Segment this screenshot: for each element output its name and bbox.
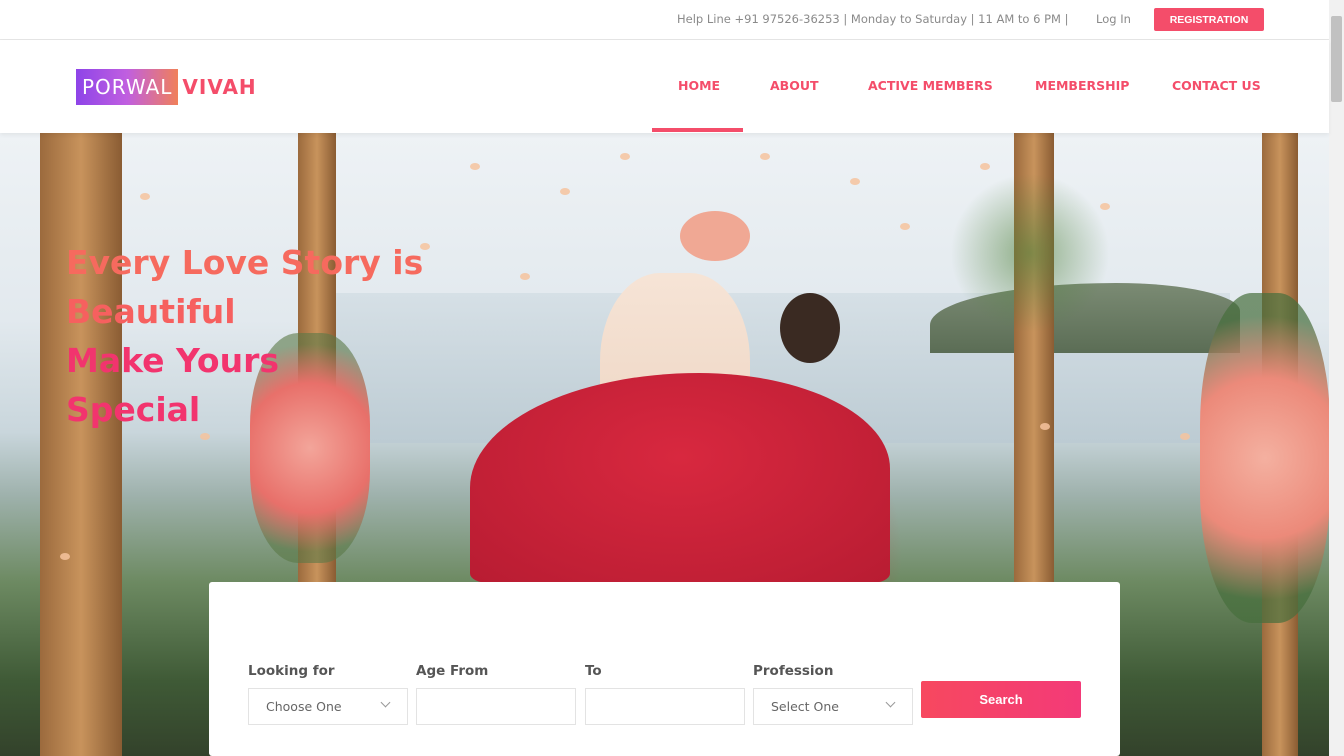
looking-for-select[interactable]: Choose One bbox=[248, 688, 408, 725]
profession-value: Select One bbox=[771, 699, 839, 714]
top-utility-bar: Help Line +91 97526-36253 | Monday to Sa… bbox=[0, 0, 1329, 40]
age-from-input[interactable] bbox=[416, 688, 576, 725]
nav-membership[interactable]: MEMBERSHIP bbox=[1035, 78, 1129, 93]
helpline-text: Help Line +91 97526-36253 | Monday to Sa… bbox=[677, 12, 1069, 26]
nav-active-members[interactable]: ACTIVE MEMBERS bbox=[868, 78, 993, 93]
nav-contact-us[interactable]: CONTACT US bbox=[1172, 78, 1261, 93]
nav-home[interactable]: HOME bbox=[678, 78, 720, 93]
profession-label: Profession bbox=[753, 663, 834, 679]
registration-button[interactable]: REGISTRATION bbox=[1154, 8, 1264, 31]
search-panel: Looking for Choose One Age From To Profe… bbox=[209, 582, 1120, 756]
age-to-label: To bbox=[585, 663, 602, 679]
hero-tagline-line3: Make Yours bbox=[66, 341, 279, 380]
nav-active-indicator bbox=[652, 128, 743, 132]
brand-logo[interactable]: PORWAL VIVAH bbox=[76, 69, 257, 105]
search-button[interactable]: Search bbox=[921, 681, 1081, 718]
chevron-down-icon bbox=[380, 697, 391, 708]
looking-for-value: Choose One bbox=[266, 699, 342, 714]
hero-pillar-left bbox=[40, 133, 122, 756]
nav-about[interactable]: ABOUT bbox=[770, 78, 819, 93]
hero-tagline-line4: Special bbox=[66, 390, 201, 429]
page-scrollbar[interactable] bbox=[1329, 0, 1344, 756]
site-header: PORWAL VIVAH HOME ABOUT ACTIVE MEMBERS M… bbox=[0, 40, 1329, 133]
age-to-input[interactable] bbox=[585, 688, 745, 725]
looking-for-label: Looking for bbox=[248, 663, 335, 679]
login-link[interactable]: Log In bbox=[1096, 12, 1131, 26]
hero-greenery bbox=[950, 173, 1110, 333]
hero-tagline: Every Love Story is Beautiful Make Yours… bbox=[66, 238, 423, 434]
hero-flowers-right bbox=[1200, 293, 1329, 623]
hero-bride-hair bbox=[780, 293, 840, 363]
brand-logo-part2: VIVAH bbox=[182, 75, 257, 99]
hero-tagline-line2: Beautiful bbox=[66, 292, 236, 331]
profession-select[interactable]: Select One bbox=[753, 688, 913, 725]
brand-logo-part1: PORWAL bbox=[76, 69, 179, 105]
hero-tagline-line1: Every Love Story is bbox=[66, 243, 424, 282]
chevron-down-icon bbox=[885, 697, 896, 708]
scrollbar-thumb[interactable] bbox=[1331, 16, 1342, 102]
hero-turban bbox=[680, 211, 750, 261]
age-from-label: Age From bbox=[416, 663, 489, 679]
